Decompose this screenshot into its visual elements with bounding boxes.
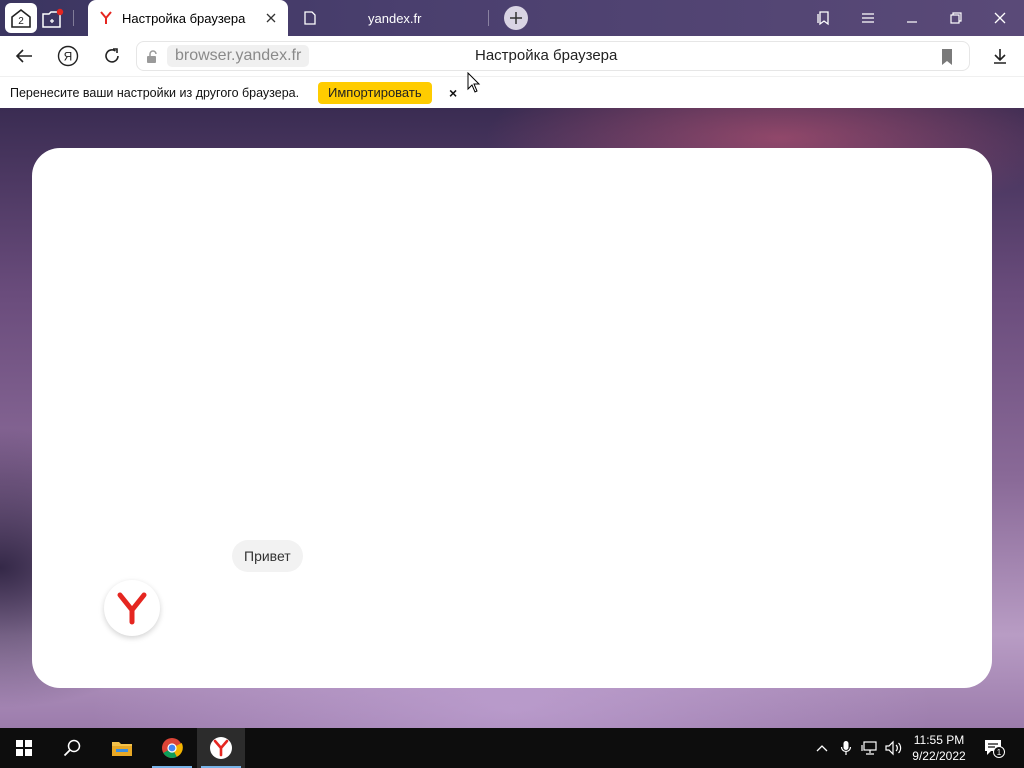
tab-groups-button[interactable]: [38, 4, 68, 32]
taskbar-search-button[interactable]: [48, 728, 96, 768]
chrome-icon: [162, 738, 183, 759]
welcome-card: Привет: [32, 148, 992, 688]
taskbar-clock[interactable]: 11:55 PM 9/22/2022: [906, 732, 972, 764]
notification-icon: 1: [985, 740, 1005, 758]
notification-count: 1: [997, 748, 1002, 757]
back-button[interactable]: [12, 44, 36, 68]
url-domain[interactable]: browser.yandex.fr: [167, 45, 310, 67]
tab-separator: [488, 10, 489, 26]
tray-overflow-button[interactable]: [812, 738, 832, 758]
restore-button[interactable]: [944, 6, 968, 30]
file-explorer-icon: [112, 742, 132, 756]
collections-button[interactable]: [812, 6, 836, 30]
alice-avatar: [104, 580, 160, 636]
microphone-icon: [840, 741, 852, 755]
microphone-tray-button[interactable]: [836, 738, 856, 758]
tab-settings[interactable]: Настройка браузера: [88, 0, 288, 36]
start-button[interactable]: [0, 728, 48, 768]
chevron-up-icon: [816, 745, 828, 752]
restore-icon: [950, 12, 962, 24]
site-security-button[interactable]: [143, 48, 161, 66]
tab-separator: [73, 10, 74, 26]
tab-groups-icon: [42, 8, 64, 28]
home-icon: 2: [11, 8, 31, 28]
yandex-y-logo-icon: [117, 592, 147, 625]
tab-title: Настройка браузера: [122, 10, 246, 26]
new-tab-button[interactable]: [504, 6, 528, 30]
back-arrow-icon: [15, 49, 32, 63]
tab-strip: 2 Настройка браузера yandex.fr: [0, 0, 1024, 36]
svg-text:Я: Я: [64, 50, 73, 64]
navigation-bar: Я browser.yandex.fr Настройка браузера: [0, 36, 1024, 76]
yandex-browser-icon: [210, 737, 232, 759]
reload-icon: [105, 48, 119, 63]
clock-date: 9/22/2022: [912, 749, 966, 763]
speaker-icon: [885, 740, 902, 756]
page-content: Привет: [0, 108, 1024, 728]
tab-yandex-fr[interactable]: yandex.fr: [292, 0, 488, 36]
network-tray-button[interactable]: [860, 738, 880, 758]
menu-icon: [862, 13, 874, 23]
network-icon: [861, 741, 877, 755]
infobar-close-button[interactable]: ×: [449, 86, 461, 100]
chrome-button[interactable]: [148, 728, 196, 768]
search-icon: [63, 739, 81, 757]
yandex-button[interactable]: Я: [56, 44, 80, 68]
collections-icon: [817, 11, 829, 26]
chat-bubble: Привет: [232, 540, 303, 572]
tab-title: yandex.fr: [368, 10, 422, 26]
windows-start-icon: [16, 740, 32, 756]
close-window-button[interactable]: [988, 6, 1012, 30]
notification-dot: [56, 8, 64, 16]
mouse-cursor-icon: [467, 72, 481, 93]
address-bar[interactable]: browser.yandex.fr Настройка браузера: [136, 41, 970, 71]
tab-close-icon[interactable]: [264, 11, 278, 25]
import-button[interactable]: Импортировать: [318, 82, 432, 104]
close-icon: [994, 12, 1006, 24]
page-title: Настройка браузера: [475, 47, 618, 64]
menu-button[interactable]: [856, 6, 880, 30]
reload-button[interactable]: [100, 44, 124, 68]
minimize-icon: [907, 21, 917, 23]
volume-tray-button[interactable]: [884, 738, 904, 758]
yandex-ya-icon: Я: [57, 45, 79, 67]
bookmark-icon[interactable]: [939, 48, 955, 66]
taskbar: 11:55 PM 9/22/2022 1: [0, 728, 1024, 768]
minimize-button[interactable]: [900, 6, 924, 30]
home-tab-count: 2: [18, 16, 24, 27]
download-icon: [994, 49, 1006, 64]
unlock-icon: [147, 50, 157, 63]
plus-icon: [510, 12, 522, 24]
infobar-message: Перенесите ваши настройки из другого бра…: [10, 86, 300, 100]
action-center-button[interactable]: 1: [982, 736, 1006, 760]
yandex-browser-button[interactable]: [197, 728, 245, 768]
yandex-y-icon: [100, 11, 112, 24]
downloads-button[interactable]: [988, 44, 1012, 68]
file-explorer-button[interactable]: [98, 728, 146, 768]
clock-time: 11:55 PM: [913, 733, 965, 747]
home-tab-button[interactable]: 2: [5, 3, 37, 33]
page-icon: [304, 11, 316, 25]
import-infobar: Перенесите ваши настройки из другого бра…: [0, 76, 1024, 108]
